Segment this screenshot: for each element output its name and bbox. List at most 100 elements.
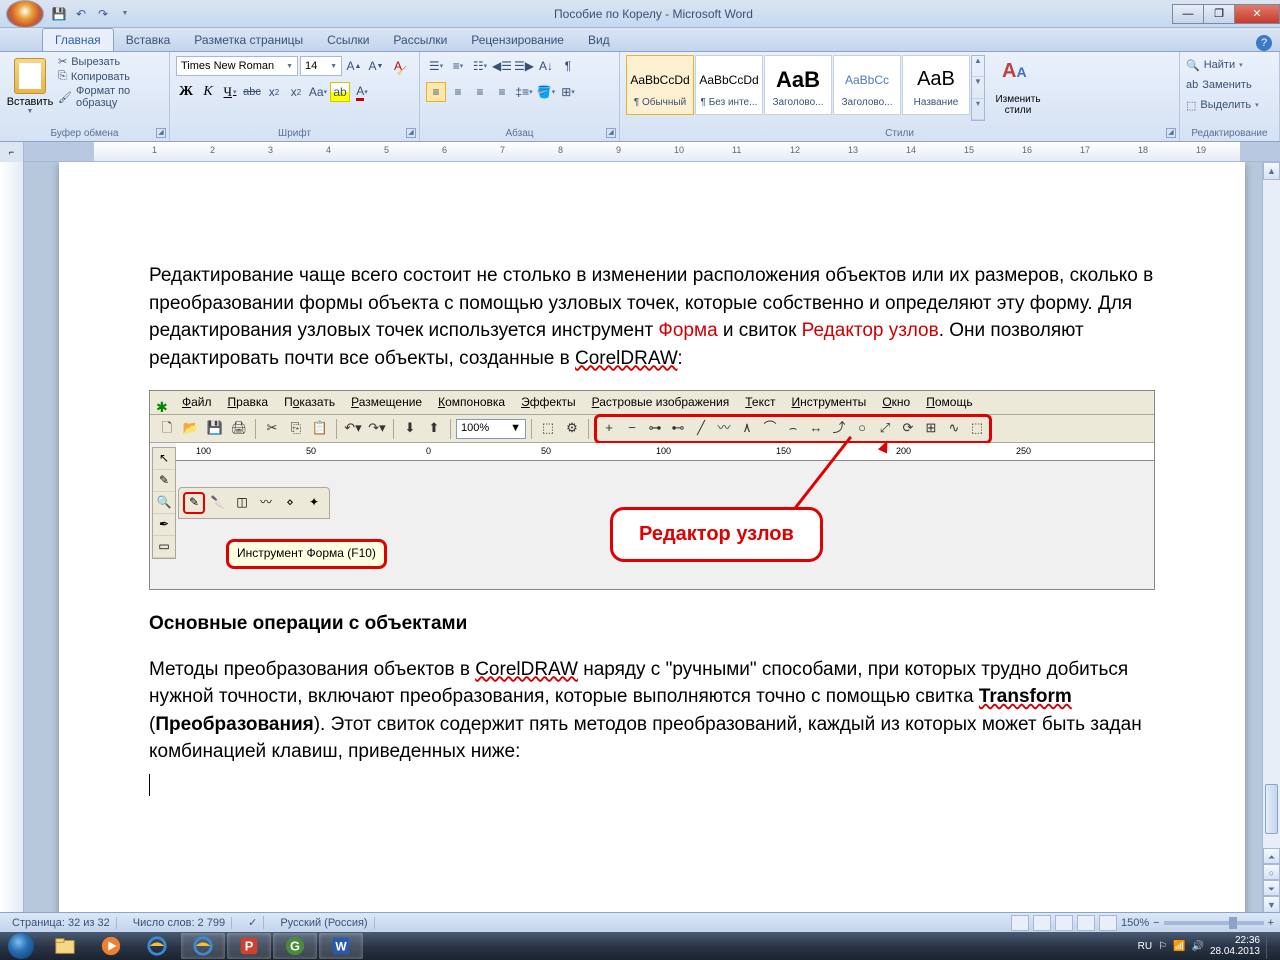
style-heading1[interactable]: AaB Заголово... [764,55,832,115]
tab-page-layout[interactable]: Разметка страницы [182,29,315,51]
underline-button[interactable]: Ч▾ [220,82,240,102]
align-left-button[interactable]: ≡ [426,82,446,102]
taskbar-word[interactable]: W [319,933,363,959]
styles-gallery-more[interactable]: ▲ ▼ ▾ [971,55,985,121]
superscript-button[interactable]: x2 [286,82,306,102]
taskbar-ie1[interactable] [135,933,179,959]
align-right-button[interactable]: ≡ [470,82,490,102]
vertical-ruler[interactable] [0,162,24,914]
web-layout-view-button[interactable] [1055,915,1073,931]
italic-button[interactable]: К [198,82,218,102]
multilevel-button[interactable]: ☷▾ [470,56,490,76]
scroll-thumb[interactable] [1265,784,1278,834]
taskbar-app2[interactable]: G [273,933,317,959]
taskbar-explorer[interactable] [43,933,87,959]
justify-button[interactable]: ≡ [492,82,512,102]
style-no-spacing[interactable]: AaBbCcDd ¶ Без инте... [695,55,763,115]
print-layout-view-button[interactable] [1011,915,1029,931]
tab-home[interactable]: Главная [42,28,114,51]
outline-view-button[interactable] [1077,915,1095,931]
document-page[interactable]: Редактирование чаще всего состоит не сто… [59,162,1245,914]
tab-insert[interactable]: Вставка [114,29,183,51]
borders-button[interactable]: ⊞▾ [558,82,578,102]
taskbar-app1[interactable]: P [227,933,271,959]
minimize-button[interactable]: — [1172,4,1204,24]
cut-button[interactable]: ✂ Вырезать [58,55,163,68]
style-title[interactable]: AaB Название [902,55,970,115]
taskbar-media[interactable] [89,933,133,959]
prev-page-button[interactable]: ⏶ [1263,848,1280,864]
style-normal[interactable]: AaBbCcDd ¶ Обычный [626,55,694,115]
bold-button[interactable]: Ж [176,82,196,102]
tray-lang[interactable]: RU [1138,941,1152,952]
styles-expand-dialog-icon[interactable]: ◢ [1166,128,1176,138]
show-desktop-button[interactable] [1266,933,1274,959]
redo-icon[interactable]: ↷ [94,5,112,23]
paragraph-expand-icon[interactable]: ◢ [606,128,616,138]
status-spellcheck-icon[interactable]: ✓ [242,916,264,929]
ruler-corner[interactable]: ⌐ [0,142,24,162]
tray-flag-icon[interactable]: ⚐ [1158,941,1167,952]
grow-font-icon[interactable]: A▲ [344,56,364,76]
save-icon[interactable]: 💾 [50,5,68,23]
status-page[interactable]: Страница: 32 из 32 [6,917,117,929]
taskbar-ie2[interactable] [181,933,225,959]
style-heading2[interactable]: AaBbCc Заголово... [833,55,901,115]
styles-up-icon[interactable]: ▲ [972,56,984,77]
show-marks-button[interactable]: ¶ [558,56,578,76]
select-button[interactable]: ⬚ Выделить▾ [1186,95,1273,115]
zoom-level[interactable]: 150% [1121,917,1149,929]
font-size-select[interactable]: 14▼ [300,56,342,76]
change-styles-button[interactable]: AA Изменить стили [990,55,1046,121]
styles-down-icon[interactable]: ▼ [972,77,984,98]
start-button[interactable] [0,932,42,960]
bullets-button[interactable]: ☰▾ [426,56,446,76]
line-spacing-button[interactable]: ‡≡▾ [514,82,534,102]
paste-button[interactable]: Вставить ▼ [6,55,54,121]
status-language[interactable]: Русский (Россия) [274,917,374,929]
increase-indent-button[interactable]: ☰▶ [514,56,534,76]
decrease-indent-button[interactable]: ◀☰ [492,56,512,76]
shrink-font-icon[interactable]: A▼ [366,56,386,76]
font-color-button[interactable]: A▾ [352,82,372,102]
maximize-button[interactable]: ❐ [1203,4,1235,24]
change-case-button[interactable]: Aa▾ [308,82,328,102]
tab-review[interactable]: Рецензирование [459,29,576,51]
full-screen-view-button[interactable] [1033,915,1051,931]
tab-references[interactable]: Ссылки [315,29,381,51]
tab-mailings[interactable]: Рассылки [381,29,459,51]
document-content[interactable]: Редактирование чаще всего состоит не сто… [149,262,1155,804]
subscript-button[interactable]: x2 [264,82,284,102]
zoom-in-button[interactable]: + [1268,917,1274,929]
zoom-out-button[interactable]: − [1153,917,1159,929]
highlight-button[interactable]: ab [330,82,350,102]
vertical-scrollbar[interactable]: ▲ ⏶ ○ ⏷ ▼ [1262,162,1280,914]
office-button[interactable] [6,0,44,28]
horizontal-ruler[interactable]: ⌐ 12345678910111213141516171819 [0,142,1280,162]
scroll-up-button[interactable]: ▲ [1263,162,1280,180]
qat-dropdown-icon[interactable]: ▼ [116,5,134,23]
tray-clock[interactable]: 22:36 28.04.2013 [1210,935,1260,957]
font-name-select[interactable]: Times New Roman▼ [176,56,298,76]
document-scroll[interactable]: Редактирование чаще всего состоит не сто… [24,162,1280,914]
strike-button[interactable]: abc [242,82,262,102]
undo-icon[interactable]: ↶ [72,5,90,23]
find-button[interactable]: 🔍 Найти▾ [1186,55,1273,75]
align-center-button[interactable]: ≡ [448,82,468,102]
replace-button[interactable]: ab Заменить [1186,75,1273,95]
styles-expand-icon[interactable]: ▾ [972,99,984,120]
status-words[interactable]: Число слов: 2 799 [127,917,232,929]
font-expand-icon[interactable]: ◢ [406,128,416,138]
draft-view-button[interactable] [1099,915,1117,931]
format-painter-button[interactable]: 🖌 Формат по образцу [58,85,163,109]
clear-format-icon[interactable]: A🧹 [388,56,408,76]
tab-view[interactable]: Вид [576,29,622,51]
close-button[interactable]: ✕ [1234,4,1280,24]
zoom-slider[interactable] [1164,921,1264,925]
next-page-button[interactable]: ⏷ [1263,880,1280,896]
shading-button[interactable]: 🪣▾ [536,82,556,102]
tray-network-icon[interactable]: 📶 [1173,941,1185,952]
clipboard-expand-icon[interactable]: ◢ [156,128,166,138]
tray-volume-icon[interactable]: 🔊 [1191,941,1203,952]
help-icon[interactable]: ? [1256,35,1272,51]
